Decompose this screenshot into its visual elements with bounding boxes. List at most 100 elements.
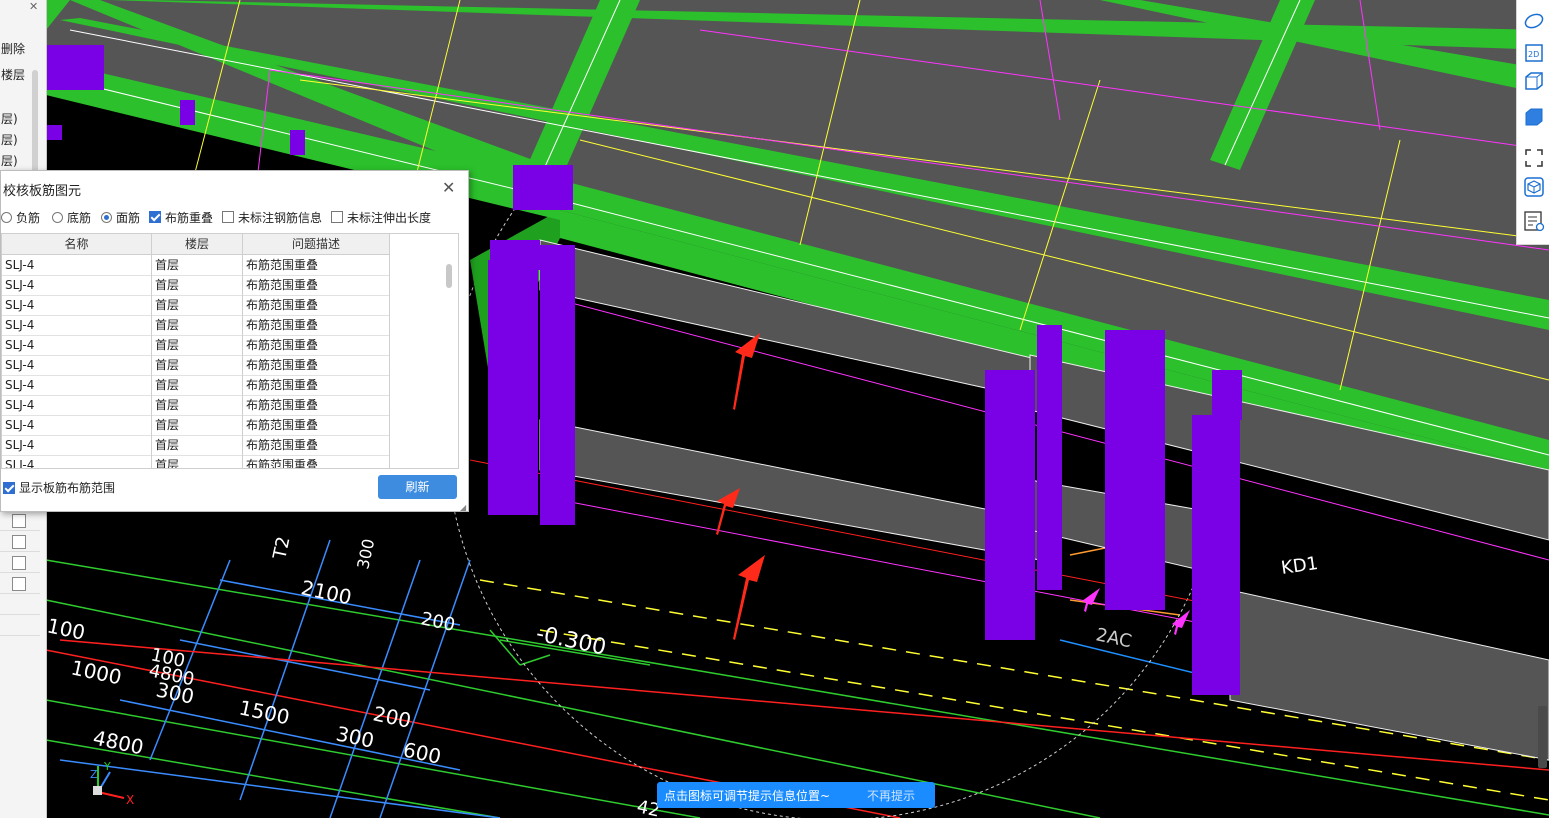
elevation-label: -0.300	[534, 621, 609, 660]
dim-label: 600	[401, 737, 443, 768]
divider	[0, 530, 40, 531]
checkbox-unmarked-rebar-info[interactable]: 未标注钢筋信息	[222, 209, 322, 225]
fullscreen-icon[interactable]	[1523, 147, 1545, 169]
radio-icon-selected[interactable]	[101, 211, 112, 223]
checkbox-label: 未标注伸出长度	[347, 210, 432, 225]
dim-label: 1500	[237, 695, 292, 729]
cell-name: SLJ-4	[2, 455, 152, 468]
dim-label: 100	[45, 613, 87, 644]
table-row[interactable]: SLJ-4 首层 布筋范围重叠	[2, 275, 390, 296]
dismiss-hint-link[interactable]: 不再提示	[867, 787, 915, 804]
resize-grip-icon[interactable]: ◢	[460, 503, 466, 512]
radio-negative-rebar[interactable]: 负筋	[1, 209, 40, 225]
floor-list-item[interactable]: 层)	[1, 110, 18, 127]
table-row[interactable]: SLJ-4 首层 布筋范围重叠	[2, 335, 390, 356]
result-table[interactable]: 名称 楼层 问题描述 SLJ-4 首层 布筋范围重叠 SLJ-4 首层 布筋范围重叠 SLJ…	[1, 233, 459, 469]
cell-name: SLJ-4	[2, 255, 152, 275]
radio-top-rebar[interactable]: 面筋	[101, 209, 140, 225]
zoom-slider[interactable]	[1538, 706, 1547, 768]
floor-list-item[interactable]: 层)	[1, 152, 18, 169]
cell-name: SLJ-4	[2, 275, 152, 295]
checkbox-label: 显示板筋布筋范围	[19, 481, 116, 495]
table-row[interactable]: SLJ-4 首层 布筋范围重叠	[2, 375, 390, 396]
radio-bottom-rebar[interactable]: 底筋	[52, 209, 91, 225]
checkbox-icon[interactable]	[222, 211, 234, 223]
floor-list-item[interactable]: 层)	[1, 131, 18, 148]
radio-label: 底筋	[67, 210, 92, 225]
close-icon[interactable]: ✕	[29, 0, 38, 13]
checkbox-unmarked-extension-length[interactable]: 未标注伸出长度	[331, 209, 431, 225]
divider	[0, 635, 40, 636]
close-icon[interactable]: ✕	[442, 178, 455, 197]
cell-floor: 首层	[152, 415, 243, 435]
scrollbar[interactable]	[32, 70, 38, 180]
divider	[0, 614, 40, 615]
tag-label: 2AC	[1094, 624, 1134, 652]
cell-floor: 首层	[152, 335, 243, 355]
divider	[0, 551, 40, 552]
refresh-button[interactable]: 刷新	[378, 475, 457, 499]
2d-view-icon[interactable]: 2D	[1523, 42, 1545, 64]
checkbox-checked-icon[interactable]	[3, 481, 15, 494]
layer-settings-icon[interactable]	[1523, 210, 1545, 232]
delete-button[interactable]: 删除	[1, 40, 25, 57]
hint-toast[interactable]: 点击图标可调节提示信息位置~ 不再提示	[657, 782, 935, 808]
floor-label: 楼层	[1, 68, 26, 82]
table-row[interactable]: SLJ-4 首层 布筋范围重叠	[2, 395, 390, 416]
table-row[interactable]: SLJ-4 首层 布筋范围重叠	[2, 355, 390, 376]
landing-slab[interactable]	[539, 419, 1041, 561]
table-scrollbar[interactable]	[446, 264, 452, 288]
cell-description: 布筋范围重叠	[243, 295, 390, 315]
radio-icon[interactable]	[1, 211, 12, 223]
cell-description: 布筋范围重叠	[243, 455, 390, 468]
cell-description: 布筋范围重叠	[243, 355, 390, 375]
table-row[interactable]: SLJ-4 首层 布筋范围重叠	[2, 455, 390, 468]
dim-label: 300	[353, 537, 378, 571]
table-row[interactable]: SLJ-4 首层 布筋范围重叠	[2, 435, 390, 456]
cell-floor: 首层	[152, 375, 243, 395]
check-slab-rebar-dialog: 校核板筋图元 ✕ 负筋 底筋 面筋 布筋重叠 未标注钢筋信息 未标注伸出长度 名…	[0, 170, 469, 512]
radio-icon[interactable]	[52, 211, 63, 223]
landing-slab[interactable]	[1229, 589, 1549, 761]
cell-name: SLJ-4	[2, 315, 152, 335]
cube-select-icon[interactable]	[1523, 176, 1545, 198]
table-row[interactable]: SLJ-4 首层 布筋范围重叠	[2, 415, 390, 436]
view-toolbar: 2D	[1516, 0, 1549, 245]
cell-floor: 首层	[152, 395, 243, 415]
dim-label: 4800	[91, 725, 146, 759]
axis-x-label: X	[126, 793, 134, 807]
row-checkbox[interactable]	[12, 535, 26, 549]
table-row[interactable]: SLJ-4 首层 布筋范围重叠	[2, 315, 390, 336]
axis-z-label: Z	[90, 768, 98, 781]
checkbox-checked-icon[interactable]	[149, 211, 161, 223]
radio-label: 面筋	[116, 210, 141, 225]
cell-description: 布筋范围重叠	[243, 315, 390, 335]
cell-name: SLJ-4	[2, 335, 152, 355]
3d-box-icon[interactable]	[1523, 70, 1545, 92]
cell-floor: 首层	[152, 455, 243, 468]
tag-label: T2	[269, 535, 294, 562]
checkbox-label: 布筋重叠	[165, 210, 214, 225]
ellipse-view-icon[interactable]	[1523, 10, 1545, 32]
dim-label: 300	[334, 721, 376, 752]
table-row[interactable]: SLJ-4 首层 布筋范围重叠	[2, 255, 390, 276]
row-checkbox[interactable]	[12, 577, 26, 591]
checkbox-overlap[interactable]: 布筋重叠	[149, 209, 213, 225]
cell-floor: 首层	[152, 315, 243, 335]
column-header-description[interactable]: 问题描述	[243, 234, 390, 254]
table-row[interactable]: SLJ-4 首层 布筋范围重叠	[2, 295, 390, 316]
hint-text: 点击图标可调节提示信息位置~	[664, 789, 831, 803]
cell-name: SLJ-4	[2, 295, 152, 315]
cell-floor: 首层	[152, 255, 243, 275]
checkbox-label: 未标注钢筋信息	[238, 210, 323, 225]
cell-floor: 首层	[152, 275, 243, 295]
dialog-title: 校核板筋图元	[3, 184, 82, 199]
column-header-floor[interactable]: 楼层	[152, 234, 243, 254]
dim-label: 1000	[69, 655, 124, 689]
row-checkbox[interactable]	[12, 556, 26, 570]
checkbox-icon[interactable]	[331, 211, 343, 223]
row-checkbox[interactable]	[12, 514, 26, 528]
checkbox-show-range[interactable]: 显示板筋布筋范围	[3, 479, 115, 496]
column-header-name[interactable]: 名称	[2, 234, 152, 254]
3d-view-dropdown-icon[interactable]	[1523, 106, 1545, 135]
